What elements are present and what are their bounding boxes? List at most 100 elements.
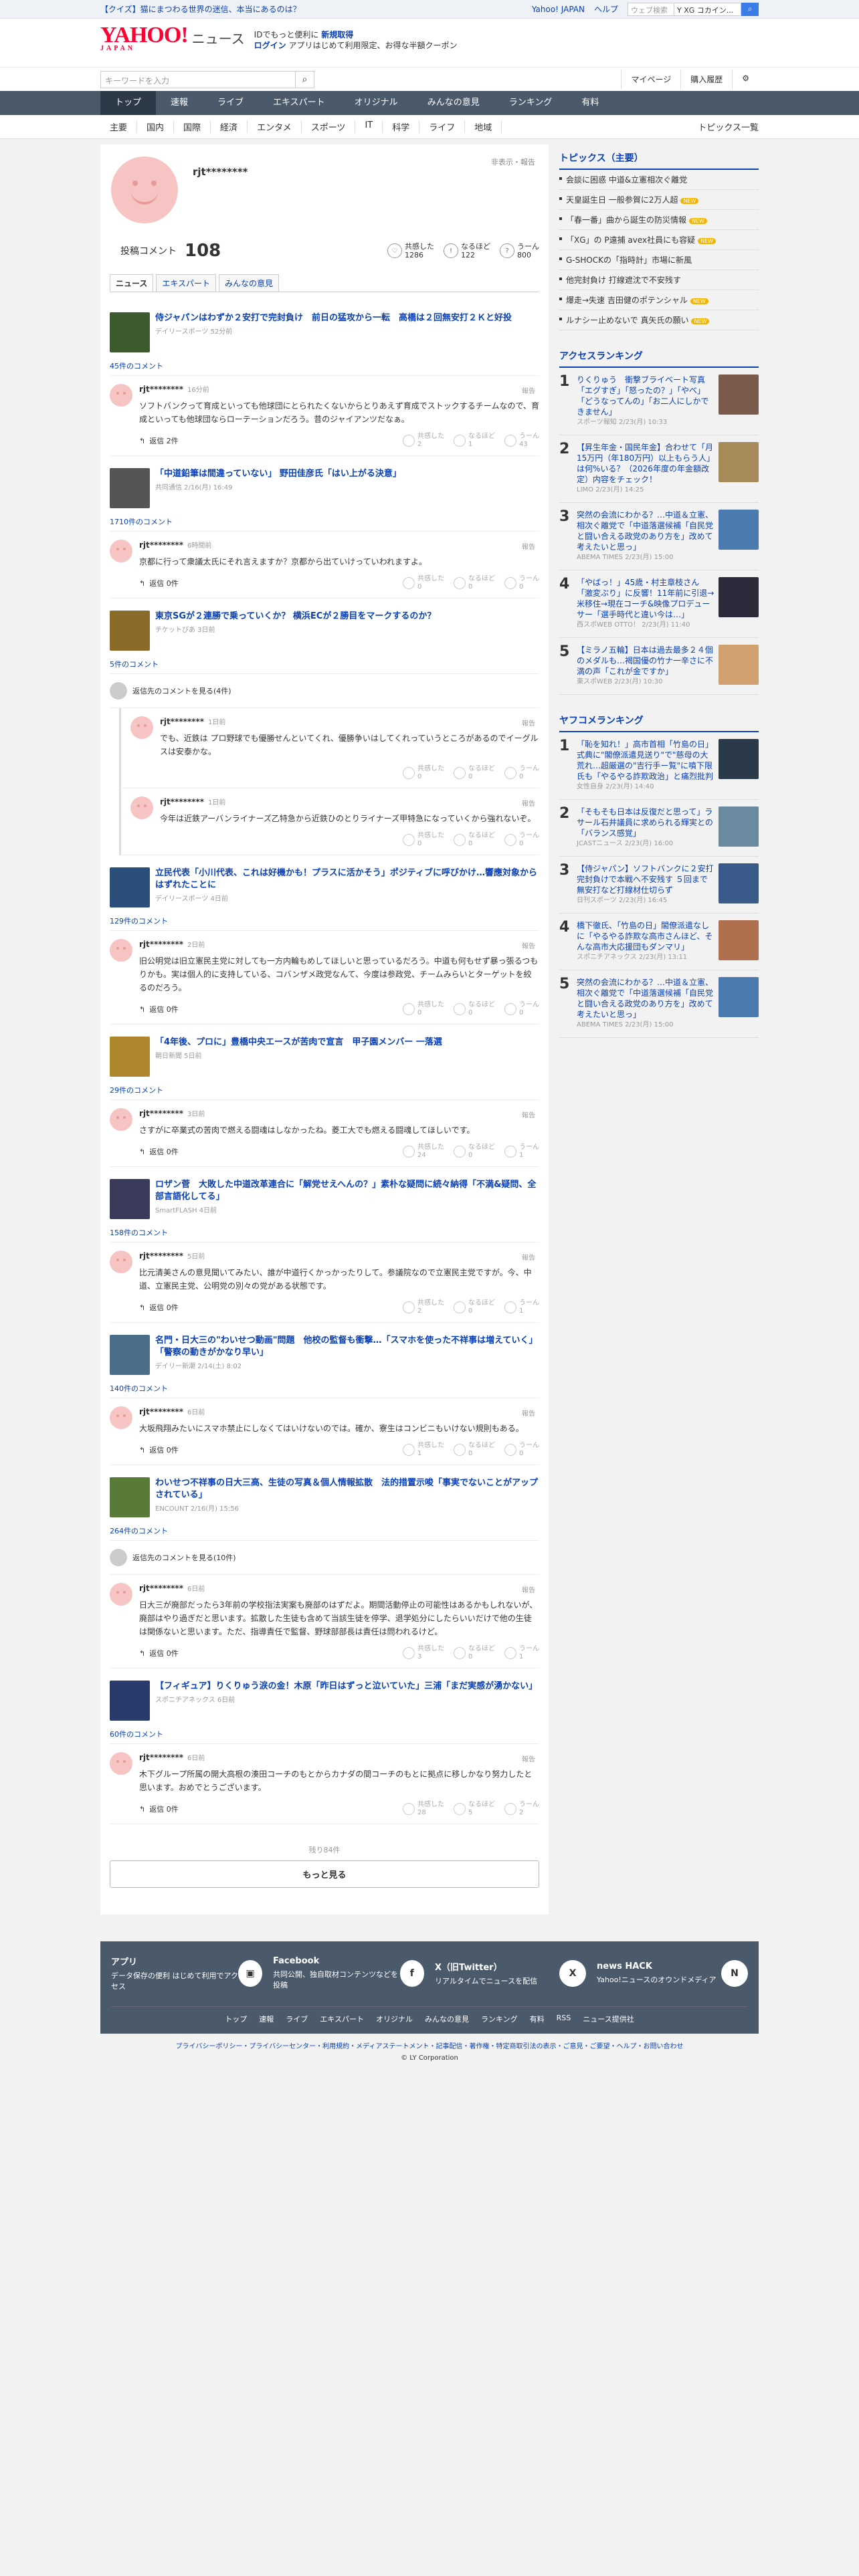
web-search-input[interactable]: ウェブ検索 [628, 2, 674, 16]
report-link[interactable]: 報告 [522, 1584, 535, 1594]
naruhodo-button[interactable]: なるほど 0 [454, 765, 495, 781]
reply-button[interactable]: ↰ 返信 0件 [139, 1302, 179, 1313]
nav-paid[interactable]: 有料 [567, 91, 613, 115]
agree-button[interactable]: 共感した 3 [403, 1645, 444, 1661]
reply-button[interactable]: ↰ 返信 0件 [139, 1804, 179, 1814]
naruhodo-button[interactable]: なるほど 1 [454, 433, 495, 449]
topic-item[interactable]: 会談に困惑 中道&立憲相次ぐ離党 [559, 170, 759, 190]
comment-count-link[interactable]: 140件のコメント [110, 1378, 539, 1398]
article-title[interactable]: ロザン菅 大敗した中道改革連合に「解党せえへんの？」素朴な疑問に続々納得「不満&… [155, 1179, 539, 1203]
hmm-button[interactable]: うーん 1 [504, 1645, 539, 1661]
hmm-button[interactable]: うーん 2 [504, 1801, 539, 1817]
reply-button[interactable]: ↰ 返信 0件 [139, 1146, 179, 1157]
category-science[interactable]: 科学 [383, 120, 420, 133]
yahoo-logo[interactable]: YAHOO! JAPAN [100, 24, 189, 52]
hmm-button[interactable]: うーん 0 [504, 765, 539, 781]
topics-list-link[interactable]: トピックス一覧 [698, 120, 759, 133]
comment-count-link[interactable]: 5件のコメント [110, 653, 539, 674]
footer-link[interactable]: 有料 [530, 2014, 545, 2024]
footer-link[interactable]: ランキング [481, 2014, 518, 2024]
article-title[interactable]: 立民代表「小川代表、これは好機かも！プラスに活かそう」ポジティブに呼びかけ…響應… [155, 867, 539, 891]
hmm-button[interactable]: うーん 0 [504, 832, 539, 848]
tab-opinions[interactable]: みんなの意見 [219, 274, 280, 292]
naruhodo-button[interactable]: なるほど 0 [454, 1299, 495, 1315]
nav-opinions[interactable]: みんなの意見 [413, 91, 494, 115]
category-domestic[interactable]: 国内 [137, 120, 175, 133]
reply-button[interactable]: ↰ 返信 0件 [139, 1648, 179, 1658]
hmm-button[interactable]: うーん 0 [504, 1442, 539, 1458]
category-sports[interactable]: スポーツ [302, 120, 356, 133]
yahoo-japan-link[interactable]: Yahoo! JAPAN [532, 5, 585, 14]
view-parent-comment[interactable]: 返信先のコメントを見る(10件) [110, 1541, 539, 1575]
report-link[interactable]: 報告 [522, 798, 535, 808]
reply-button[interactable]: ↰ 返信 0件 [139, 1004, 179, 1014]
naruhodo-button[interactable]: なるほど 0 [454, 575, 495, 591]
help-link[interactable]: ヘルプ [594, 3, 618, 15]
comment-count-link[interactable]: 45件のコメント [110, 355, 539, 376]
ranking-item[interactable]: 5 突然の会流にわかる？…中道＆立憲、相次ぐ離党で「中道落選候補「自民党と闘い合え… [559, 970, 759, 1038]
login-link[interactable]: ログイン [254, 41, 286, 50]
topic-item[interactable]: 天皇誕生日 一般参賀に2万人超 NEW [559, 190, 759, 210]
topic-item[interactable]: 爆走→失速 吉田健のポテンシャル NEW [559, 290, 759, 310]
category-local[interactable]: 地域 [465, 120, 502, 133]
article-link[interactable]: 東京SGが２連勝で乗っていくか？ 横浜ECが２勝目をマークするのか？ チケットぴあ… [110, 608, 539, 653]
comment-count-link[interactable]: 1710件のコメント [110, 511, 539, 532]
category-life[interactable]: ライフ [419, 120, 466, 133]
signup-link[interactable]: 新規取得 [321, 30, 353, 39]
footer-card[interactable]: news HACK Yahoo!ニュースのオウンドメディア N [597, 1955, 748, 1992]
topic-item[interactable]: 「春一番」曲から誕生の防災情報 NEW [559, 210, 759, 230]
footer-card[interactable]: Facebook 共同公開、独自取材コンテンツなどを投稿 f [273, 1955, 424, 1992]
category-it[interactable]: IT [355, 120, 383, 133]
purchase-history-link[interactable]: 購入履歴 [680, 70, 732, 89]
article-title[interactable]: 「中道鉛筆は間違っていない」 野田佳彦氏「はい上がる決意」 [155, 468, 401, 480]
agree-button[interactable]: 共感した 24 [403, 1144, 444, 1160]
agree-button[interactable]: 共感した 2 [403, 1299, 444, 1315]
ranking-item[interactable]: 5 【ミラノ五輪】日本は過去最多２４個のメダルも…褐国優の竹ナ一辛さに不満の声「こ… [559, 638, 759, 695]
article-link[interactable]: ロザン菅 大敗した中道改革連合に「解党せえへんの？」素朴な疑問に続々納得「不満&… [110, 1176, 539, 1222]
reply-button[interactable]: ↰ 返信 0件 [139, 1444, 179, 1455]
comment-count-link[interactable]: 264件のコメント [110, 1520, 539, 1541]
article-link[interactable]: 名門・日大三の"わいせつ動画"問題 他校の監督も衝撃…「スマホを使った不祥事は増… [110, 1332, 539, 1378]
legal-links[interactable]: プライバシーポリシー・プライバシーセンター・利用規約・メディアステートメント・記… [0, 2040, 859, 2050]
reply-button[interactable]: ↰ 返信 0件 [139, 578, 179, 588]
naruhodo-button[interactable]: なるほど 0 [454, 1442, 495, 1458]
hide-report-link[interactable]: 非表示・報告 [491, 156, 535, 167]
search-icon[interactable]: ⌕ [295, 71, 314, 88]
topic-item[interactable]: ルナシー止めないで 真矢氏の願い NEW [559, 310, 759, 330]
report-link[interactable]: 報告 [522, 1408, 535, 1418]
load-more-button[interactable]: もっと見る [110, 1860, 539, 1888]
article-title[interactable]: 【フィギュア】りくりゅう涙の金！木原「昨日はずっと泣いていた」三浦「まだ実感が湧… [155, 1681, 537, 1693]
report-link[interactable]: 報告 [522, 1252, 535, 1262]
ranking-item[interactable]: 4 「やばっ！」45歳・村主章枝さん「激変ぶり」に反響！11年前に引退→米移住→現… [559, 570, 759, 638]
tab-news[interactable]: ニュース [110, 274, 154, 292]
hmm-button[interactable]: うーん 0 [504, 575, 539, 591]
footer-link[interactable]: RSS [557, 2014, 571, 2024]
agree-button[interactable]: 共感した 0 [403, 1001, 444, 1017]
reply-button[interactable]: ↰ 返信 2件 [139, 435, 179, 446]
footer-link[interactable]: オリジナル [376, 2014, 413, 2024]
naruhodo-button[interactable]: なるほど 0 [454, 1645, 495, 1661]
agree-button[interactable]: 共感した 1 [403, 1442, 444, 1458]
footer-link[interactable]: ライブ [286, 2014, 308, 2024]
footer-link[interactable]: ニュース提供社 [583, 2014, 634, 2024]
gear-icon[interactable]: ⚙ [732, 70, 759, 89]
nav-breaking[interactable]: 速報 [156, 91, 203, 115]
comment-count-link[interactable]: 129件のコメント [110, 910, 539, 931]
mypage-link[interactable]: マイページ [621, 70, 680, 89]
topic-item[interactable]: 「XG」の P遠捕 avex社員にも容疑 NEW [559, 230, 759, 250]
nav-top[interactable]: トップ [100, 91, 157, 115]
ranking-item[interactable]: 1 「恥を知れ！」高市首相「竹島の日」式典に"閣僚派遣見送り"で"慈母の大荒れ…超… [559, 732, 759, 800]
nav-live[interactable]: ライブ [203, 91, 258, 115]
article-link[interactable]: わいせつ不祥事の日大三高、生徒の写真＆個人情報拡散 法的措置示唆「事実でないこと… [110, 1475, 539, 1520]
hmm-button[interactable]: うーん 43 [504, 433, 539, 449]
article-link[interactable]: 【フィギュア】りくりゅう涙の金！木原「昨日はずっと泣いていた」三浦「まだ実感が湧… [110, 1678, 539, 1723]
news-search-input[interactable]: キーワードを入力 [101, 72, 295, 88]
category-economy[interactable]: 経済 [211, 120, 248, 133]
article-title[interactable]: 「4年後、プロに」豊橋中央エースが苦肉で宣言 甲子園メンバー 一落選 [155, 1037, 442, 1049]
category-main[interactable]: 主要 [100, 120, 138, 133]
report-link[interactable]: 報告 [522, 385, 535, 395]
footer-link[interactable]: みんなの意見 [425, 2014, 469, 2024]
footer-link[interactable]: トップ [225, 2014, 247, 2024]
topic-item[interactable]: G-SHOCKの「指時計」市場に新風 [559, 250, 759, 270]
report-link[interactable]: 報告 [522, 940, 535, 950]
